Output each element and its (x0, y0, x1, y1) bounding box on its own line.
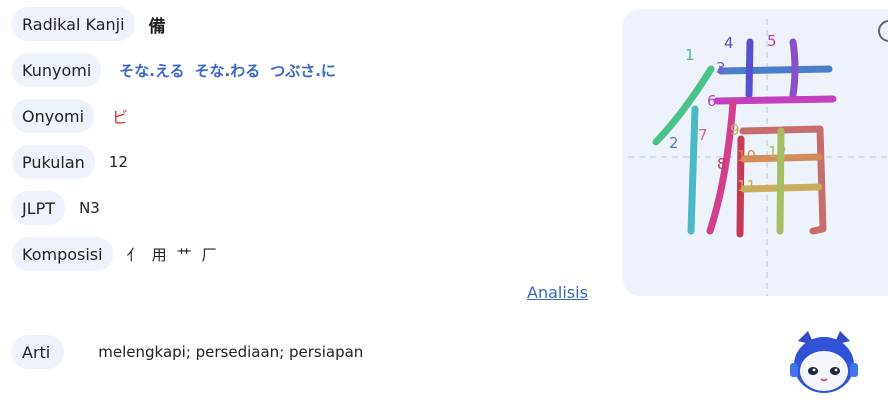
pukulan-value: 12 (108, 153, 128, 171)
jlpt-value: N3 (79, 199, 100, 217)
label-kunyomi: Kunyomi (12, 53, 102, 87)
stroke-number-11: 11 (737, 177, 756, 195)
stroke-order-panel: 1 2 3 4 5 6 7 8 9 10 11 12 (623, 9, 888, 296)
row-jlpt: JLPT N3 (12, 191, 100, 225)
stroke-number-6: 6 (707, 92, 717, 110)
stroke-number-2: 2 (669, 134, 679, 152)
row-pukulan: Pukulan 12 (12, 145, 128, 179)
label-arti: Arti (12, 335, 65, 369)
stroke-order-diagram: 1 2 3 4 5 6 7 8 9 10 11 12 (628, 19, 888, 296)
stroke-2 (687, 105, 699, 235)
label-pukulan: Pukulan (12, 145, 95, 179)
stroke-number-4: 4 (724, 34, 734, 52)
stroke-number-7: 7 (698, 126, 708, 144)
stroke-number-1: 1 (685, 46, 695, 64)
stroke-4 (745, 38, 754, 99)
row-komposisi: Komposisi 亻用艹厂 (12, 237, 227, 271)
analisis-link[interactable]: Analisis (527, 283, 588, 302)
row-radikal: Radikal Kanji 備 (12, 7, 166, 41)
kunyomi-value-2[interactable]: そな.わる (195, 60, 261, 81)
label-jlpt: JLPT (12, 191, 66, 225)
komposisi-part[interactable]: 艹 (177, 246, 192, 264)
label-komposisi: Komposisi (12, 237, 113, 271)
stroke-3 (717, 65, 833, 75)
radikal-value: 備 (148, 16, 166, 37)
kunyomi-value-1[interactable]: そな.える (119, 60, 184, 81)
arti-value: melengkapi; persediaan; persiapan (98, 343, 364, 361)
komposisi-part[interactable]: 亻 (127, 246, 142, 264)
onyomi-value[interactable]: ビ (112, 104, 128, 128)
komposisi-part[interactable]: 用 (152, 246, 167, 264)
kunyomi-value-3[interactable]: つぶさ.に (270, 60, 336, 81)
stroke-number-3: 3 (716, 59, 726, 77)
stroke-5 (789, 38, 799, 99)
stroke-number-9: 9 (730, 121, 740, 139)
stroke-number-8: 8 (717, 155, 727, 173)
row-arti: Arti melengkapi; persediaan; persiapan (12, 335, 363, 369)
assistant-mascot-icon[interactable] (788, 327, 860, 399)
stroke-number-5: 5 (767, 32, 777, 50)
row-onyomi: Onyomi ビ (12, 99, 128, 133)
komposisi-part[interactable]: 厂 (202, 246, 217, 264)
stroke-number-12: 12 (768, 143, 787, 161)
stroke-number-10: 10 (737, 147, 756, 165)
label-onyomi: Onyomi (12, 99, 95, 133)
komposisi-parts: 亻用艹厂 (127, 244, 227, 265)
label-radikal: Radikal Kanji (12, 7, 135, 41)
row-kunyomi: Kunyomi そな.える そな.わる つぶさ.に (12, 53, 336, 87)
